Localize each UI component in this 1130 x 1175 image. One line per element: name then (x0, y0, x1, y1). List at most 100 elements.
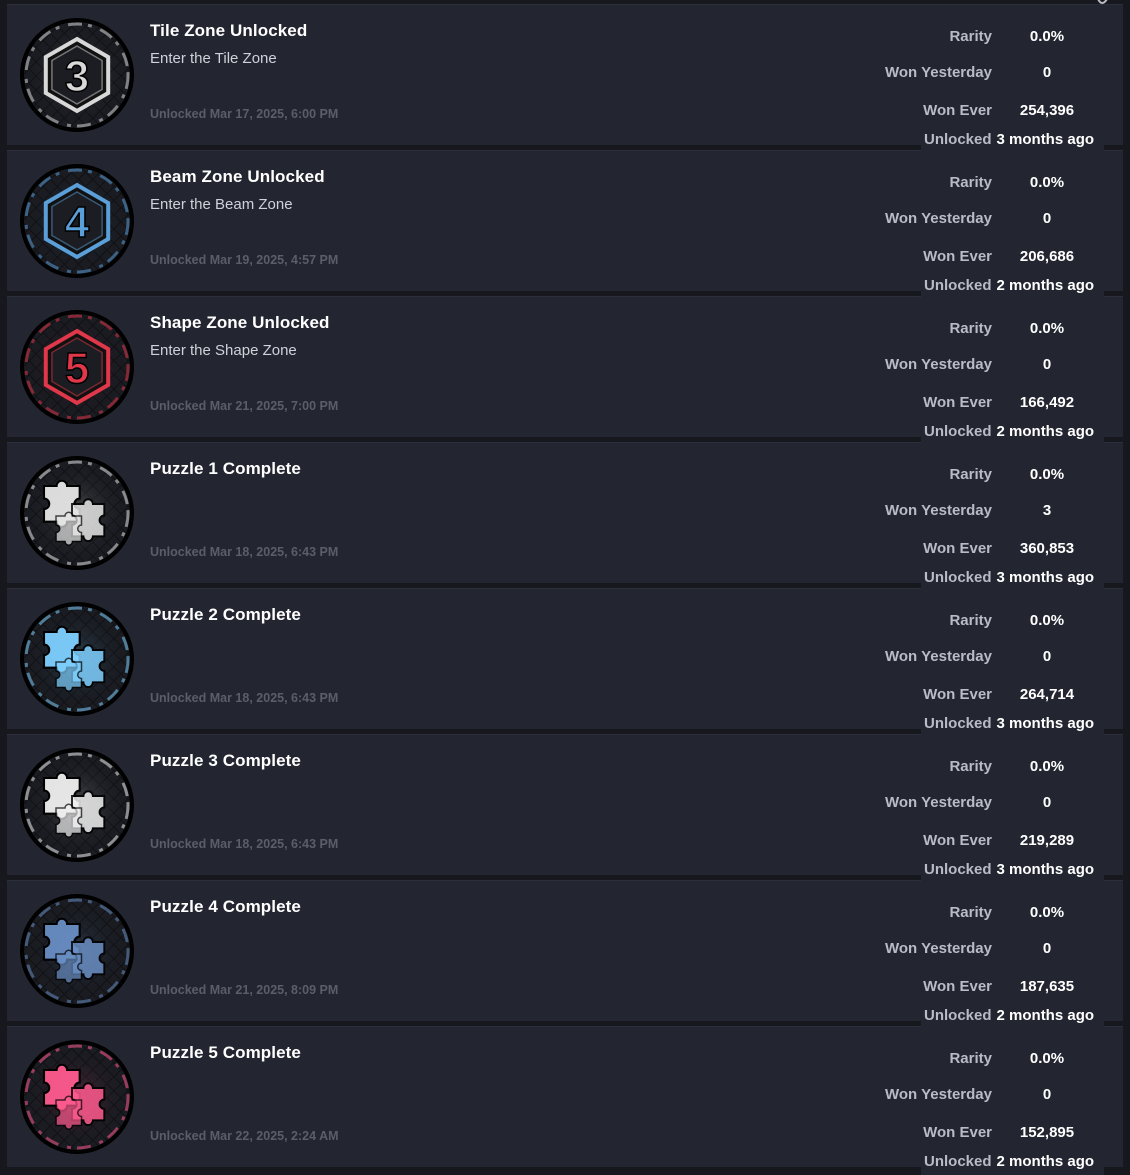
achievement-row[interactable]: Puzzle 4 Complete Unlocked Mar 21, 2025, … (7, 880, 1123, 1029)
rarity-label: Rarity (949, 758, 992, 775)
rarity-value: 0.0% (1029, 904, 1065, 921)
won-ever-value: 166,492 (1019, 394, 1075, 411)
achievement-row[interactable]: Puzzle 2 Complete Unlocked Mar 18, 2025, … (7, 588, 1123, 737)
unlocked-ago-box: Unlocked 3 months ago (921, 567, 1105, 591)
unlocked-ago-value: 3 months ago (996, 715, 1095, 732)
rarity-value: 0.0% (1029, 466, 1065, 483)
won-yesterday-label: Won Yesterday (885, 1086, 992, 1103)
unlocked-label: Unlocked (924, 715, 992, 732)
unlocked-label: Unlocked (924, 277, 992, 294)
unlocked-date: Unlocked Mar 18, 2025, 6:43 PM (150, 545, 339, 559)
achievement-badge: 4 (22, 166, 132, 276)
rarity-value: 0.0% (1029, 612, 1065, 629)
svg-text:3: 3 (65, 52, 89, 101)
achievement-description: Enter the Beam Zone (150, 196, 293, 213)
unlocked-ago-value: 2 months ago (996, 277, 1095, 294)
puzzle-piece-icon (22, 1042, 132, 1152)
achievement-list: 3 Tile Zone Unlocked Enter the Tile Zone Un… (7, 4, 1123, 1175)
won-yesterday-label: Won Yesterday (885, 64, 992, 81)
puzzle-piece-icon (22, 750, 132, 860)
unlocked-date: Unlocked Mar 22, 2025, 2:24 AM (150, 1129, 339, 1143)
achievement-row[interactable]: Puzzle 5 Complete Unlocked Mar 22, 2025, … (7, 1026, 1123, 1175)
svg-text:5: 5 (65, 344, 89, 393)
rarity-value: 0.0% (1029, 758, 1065, 775)
won-ever-label: Won Ever (923, 978, 992, 995)
unlocked-label: Unlocked (924, 423, 992, 440)
clipped-text-fragment (1096, 0, 1110, 4)
won-yesterday-value: 0 (1042, 356, 1052, 373)
rarity-label: Rarity (949, 28, 992, 45)
unlocked-date: Unlocked Mar 19, 2025, 4:57 PM (150, 253, 339, 267)
unlocked-ago-box: Unlocked 2 months ago (921, 421, 1105, 445)
won-yesterday-value: 0 (1042, 794, 1052, 811)
won-yesterday-label: Won Yesterday (885, 356, 992, 373)
rarity-value: 0.0% (1029, 1050, 1065, 1067)
rarity-label: Rarity (949, 466, 992, 483)
unlocked-ago-box: Unlocked 2 months ago (921, 275, 1105, 299)
unlocked-date: Unlocked Mar 18, 2025, 6:43 PM (150, 691, 339, 705)
achievement-title: Shape Zone Unlocked (150, 313, 330, 332)
unlocked-label: Unlocked (924, 569, 992, 586)
achievement-row[interactable]: 4 Beam Zone Unlocked Enter the Beam Zone Un… (7, 150, 1123, 299)
unlocked-ago-value: 2 months ago (996, 423, 1095, 440)
won-ever-value: 219,289 (1019, 832, 1075, 849)
achievement-row[interactable]: Puzzle 1 Complete Unlocked Mar 18, 2025, … (7, 442, 1123, 591)
won-yesterday-value: 0 (1042, 210, 1052, 227)
unlocked-ago-box: Unlocked 2 months ago (921, 1151, 1105, 1175)
svg-text:4: 4 (65, 198, 90, 247)
rarity-label: Rarity (949, 1050, 992, 1067)
won-ever-label: Won Ever (923, 1124, 992, 1141)
unlocked-ago-value: 2 months ago (996, 1007, 1095, 1024)
unlocked-ago-box: Unlocked 2 months ago (921, 1005, 1105, 1029)
unlocked-ago-box: Unlocked 3 months ago (921, 129, 1105, 153)
achievement-title: Puzzle 4 Complete (150, 897, 301, 916)
unlocked-ago-value: 2 months ago (996, 1153, 1095, 1170)
achievement-badge (22, 604, 132, 714)
achievement-badge (22, 458, 132, 568)
achievement-badge: 5 (22, 312, 132, 422)
won-ever-value: 152,895 (1019, 1124, 1075, 1141)
won-yesterday-label: Won Yesterday (885, 940, 992, 957)
won-yesterday-value: 0 (1042, 940, 1052, 957)
zone-3-hexagon-icon: 3 (22, 20, 132, 130)
won-yesterday-label: Won Yesterday (885, 502, 992, 519)
rarity-value: 0.0% (1029, 320, 1065, 337)
unlocked-date: Unlocked Mar 21, 2025, 7:00 PM (150, 399, 339, 413)
puzzle-piece-icon (22, 458, 132, 568)
unlocked-ago-value: 3 months ago (996, 569, 1095, 586)
unlocked-label: Unlocked (924, 861, 992, 878)
won-ever-label: Won Ever (923, 686, 992, 703)
achievement-title: Puzzle 2 Complete (150, 605, 301, 624)
won-ever-value: 264,714 (1019, 686, 1075, 703)
won-yesterday-value: 0 (1042, 1086, 1052, 1103)
unlocked-ago-value: 3 months ago (996, 861, 1095, 878)
won-ever-label: Won Ever (923, 394, 992, 411)
rarity-label: Rarity (949, 904, 992, 921)
puzzle-piece-icon (22, 896, 132, 1006)
won-yesterday-label: Won Yesterday (885, 794, 992, 811)
won-yesterday-value: 0 (1042, 64, 1052, 81)
achievement-badge (22, 750, 132, 860)
won-ever-label: Won Ever (923, 832, 992, 849)
unlocked-date: Unlocked Mar 21, 2025, 8:09 PM (150, 983, 339, 997)
achievement-title: Puzzle 1 Complete (150, 459, 301, 478)
unlocked-label: Unlocked (924, 1007, 992, 1024)
achievement-row[interactable]: Puzzle 3 Complete Unlocked Mar 18, 2025, … (7, 734, 1123, 883)
rarity-value: 0.0% (1029, 174, 1065, 191)
achievement-row[interactable]: 3 Tile Zone Unlocked Enter the Tile Zone Un… (7, 4, 1123, 153)
unlocked-date: Unlocked Mar 18, 2025, 6:43 PM (150, 837, 339, 851)
achievement-badge (22, 1042, 132, 1152)
won-ever-value: 187,635 (1019, 978, 1075, 995)
won-ever-value: 206,686 (1019, 248, 1075, 265)
zone-4-hexagon-icon: 4 (22, 166, 132, 276)
won-ever-label: Won Ever (923, 102, 992, 119)
achievement-description: Enter the Shape Zone (150, 342, 297, 359)
achievement-badge: 3 (22, 20, 132, 130)
won-yesterday-value: 0 (1042, 648, 1052, 665)
rarity-label: Rarity (949, 612, 992, 629)
won-ever-label: Won Ever (923, 248, 992, 265)
achievement-description: Enter the Tile Zone (150, 50, 277, 67)
achievement-row[interactable]: 5 Shape Zone Unlocked Enter the Shape Zone… (7, 296, 1123, 445)
won-yesterday-value: 3 (1042, 502, 1052, 519)
unlocked-ago-value: 3 months ago (996, 131, 1095, 148)
